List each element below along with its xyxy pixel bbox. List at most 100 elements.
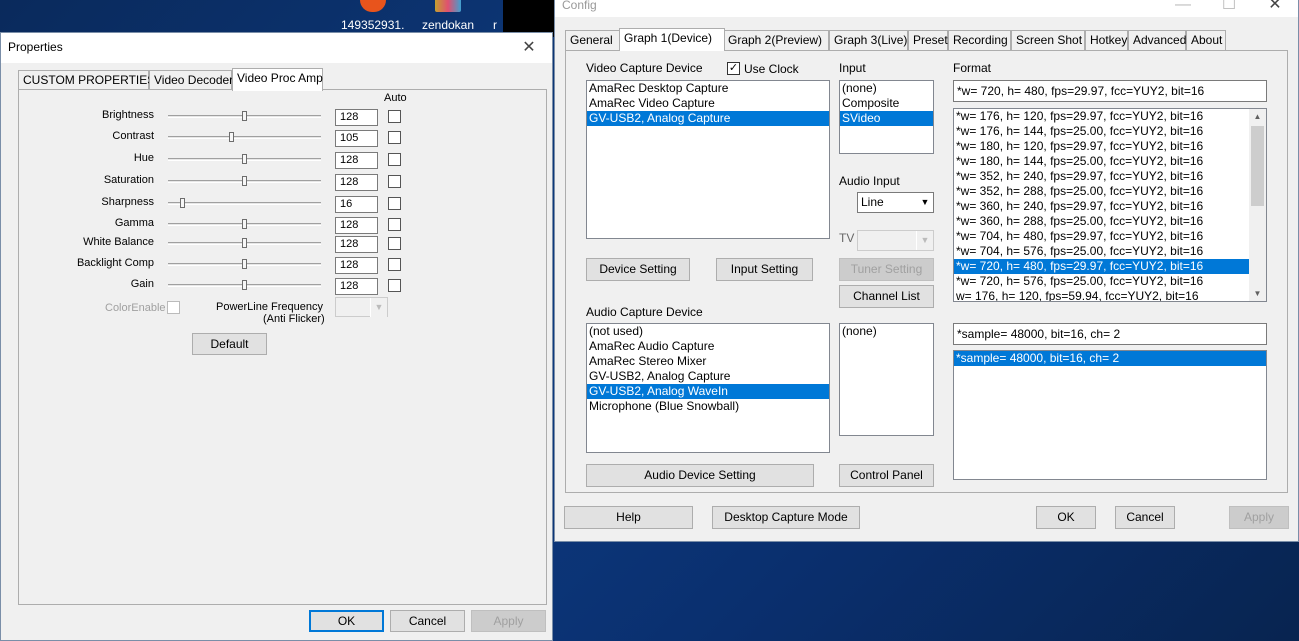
- close-icon[interactable]: ✕: [1252, 0, 1298, 17]
- help-button[interactable]: Help: [564, 506, 693, 529]
- ok-button[interactable]: OK: [309, 610, 384, 632]
- list-item[interactable]: SVideo: [840, 111, 933, 126]
- tab-video-decoder[interactable]: Video Decoder: [149, 70, 233, 90]
- powerline-frequency-select[interactable]: ▼: [335, 297, 388, 317]
- list-item[interactable]: AmaRec Audio Capture: [587, 339, 829, 354]
- audio-device-list[interactable]: (not used) AmaRec Audio Capture AmaRec Ste…: [586, 323, 830, 453]
- list-item[interactable]: *w= 352, h= 288, fps=25.00, fcc=YUY2, bi…: [954, 184, 1249, 199]
- tab-graph-2-preview[interactable]: Graph 2(Preview): [723, 30, 829, 50]
- close-icon[interactable]: ✕: [506, 33, 552, 63]
- video-device-list[interactable]: AmaRec Desktop Capture AmaRec Video Captu…: [586, 80, 830, 239]
- control-panel-button[interactable]: Control Panel: [839, 464, 934, 487]
- slider-value-field[interactable]: 128: [335, 236, 378, 253]
- tab-graph-3-live[interactable]: Graph 3(Live): [829, 30, 908, 50]
- properties-titlebar[interactable]: Properties ✕: [1, 33, 552, 63]
- slider-value-field[interactable]: 128: [335, 174, 378, 191]
- apply-button[interactable]: Apply: [471, 610, 546, 632]
- slider-thumb[interactable]: [242, 259, 247, 269]
- tab-general[interactable]: General: [565, 30, 621, 50]
- list-item[interactable]: GV-USB2, Analog WaveIn: [587, 384, 829, 399]
- format-field[interactable]: *w= 720, h= 480, fps=29.97, fcc=YUY2, bi…: [953, 80, 1267, 102]
- list-item[interactable]: AmaRec Desktop Capture: [587, 81, 829, 96]
- slider-value-field[interactable]: 128: [335, 257, 378, 274]
- device-setting-button[interactable]: Device Setting: [586, 258, 690, 281]
- list-item[interactable]: *w= 180, h= 120, fps=29.97, fcc=YUY2, bi…: [954, 139, 1249, 154]
- audio-input-list[interactable]: (none): [839, 323, 934, 436]
- tab-hotkey[interactable]: Hotkey: [1085, 30, 1128, 50]
- auto-checkbox[interactable]: [388, 237, 401, 250]
- auto-checkbox[interactable]: [388, 175, 401, 188]
- scroll-down-icon[interactable]: ▼: [1249, 286, 1266, 301]
- color-enable-checkbox[interactable]: [167, 301, 180, 314]
- scroll-up-icon[interactable]: ▲: [1249, 109, 1266, 124]
- slider-thumb[interactable]: [242, 154, 247, 164]
- desktop-icon-file[interactable]: 149352931...: [341, 0, 405, 34]
- slider-track[interactable]: [168, 202, 321, 205]
- audio-input-select[interactable]: Line ▼: [857, 192, 934, 213]
- auto-checkbox[interactable]: [388, 218, 401, 231]
- list-item[interactable]: GV-USB2, Analog Capture: [587, 369, 829, 384]
- slider-value-field[interactable]: 128: [335, 278, 378, 295]
- list-item[interactable]: *w= 704, h= 480, fps=29.97, fcc=YUY2, bi…: [954, 229, 1249, 244]
- default-button[interactable]: Default: [192, 333, 267, 355]
- auto-checkbox[interactable]: [388, 197, 401, 210]
- slider-track[interactable]: [168, 136, 321, 139]
- cancel-button[interactable]: Cancel: [1115, 506, 1175, 529]
- tab-recording[interactable]: Recording: [948, 30, 1011, 50]
- channel-list-button[interactable]: Channel List: [839, 285, 934, 308]
- slider-value-field[interactable]: 128: [335, 152, 378, 169]
- list-item[interactable]: *w= 352, h= 240, fps=29.97, fcc=YUY2, bi…: [954, 169, 1249, 184]
- auto-checkbox[interactable]: [388, 110, 401, 123]
- ok-button[interactable]: OK: [1036, 506, 1096, 529]
- slider-thumb[interactable]: [242, 280, 247, 290]
- audio-device-setting-button[interactable]: Audio Device Setting: [586, 464, 814, 487]
- slider-thumb[interactable]: [242, 238, 247, 248]
- minimize-icon[interactable]: —: [1160, 0, 1206, 17]
- slider-thumb[interactable]: [242, 176, 247, 186]
- tuner-setting-button[interactable]: Tuner Setting: [839, 258, 934, 281]
- list-item[interactable]: AmaRec Video Capture: [587, 96, 829, 111]
- tab-preset[interactable]: Preset: [908, 30, 948, 50]
- desktop-icon-zendokan[interactable]: zendokan: [416, 0, 480, 34]
- input-setting-button[interactable]: Input Setting: [716, 258, 813, 281]
- list-item[interactable]: *w= 720, h= 576, fps=25.00, fcc=YUY2, bi…: [954, 274, 1249, 289]
- list-item[interactable]: *w= 360, h= 240, fps=29.97, fcc=YUY2, bi…: [954, 199, 1249, 214]
- tab-about[interactable]: About: [1186, 30, 1226, 50]
- slider-value-field[interactable]: 128: [335, 217, 378, 234]
- slider-thumb[interactable]: [242, 111, 247, 121]
- tv-select[interactable]: ▼: [857, 230, 934, 251]
- list-item[interactable]: *sample= 48000, bit=16, ch= 2: [954, 351, 1266, 366]
- tab-advanced[interactable]: Advanced: [1128, 30, 1186, 50]
- list-item[interactable]: *w= 180, h= 144, fps=25.00, fcc=YUY2, bi…: [954, 154, 1249, 169]
- use-clock-checkbox[interactable]: ✓: [727, 62, 740, 75]
- tab-screen-shot[interactable]: Screen Shot: [1011, 30, 1085, 50]
- list-item[interactable]: Composite: [840, 96, 933, 111]
- scrollbar-thumb[interactable]: [1251, 126, 1264, 206]
- cancel-button[interactable]: Cancel: [390, 610, 465, 632]
- tab-graph-1-device[interactable]: Graph 1(Device): [619, 28, 725, 51]
- list-item[interactable]: (none): [840, 324, 933, 339]
- desktop-capture-mode-button[interactable]: Desktop Capture Mode: [712, 506, 860, 529]
- input-list[interactable]: (none) Composite SVideo: [839, 80, 934, 154]
- format-list-scrollbar[interactable]: ▲ ▼: [1249, 109, 1266, 301]
- auto-checkbox[interactable]: [388, 279, 401, 292]
- list-item[interactable]: GV-USB2, Analog Capture: [587, 111, 829, 126]
- list-item[interactable]: *w= 720, h= 480, fps=29.97, fcc=YUY2, bi…: [954, 259, 1249, 274]
- list-item[interactable]: Microphone (Blue Snowball): [587, 399, 829, 414]
- auto-checkbox[interactable]: [388, 153, 401, 166]
- list-item[interactable]: w= 176, h= 120, fps=59.94, fcc=YUY2, bit…: [954, 289, 1249, 301]
- list-item[interactable]: *w= 360, h= 288, fps=25.00, fcc=YUY2, bi…: [954, 214, 1249, 229]
- slider-thumb[interactable]: [229, 132, 234, 142]
- format-list[interactable]: *w= 176, h= 120, fps=29.97, fcc=YUY2, bi…: [953, 108, 1267, 302]
- list-item[interactable]: AmaRec Stereo Mixer: [587, 354, 829, 369]
- tab-video-proc-amp[interactable]: Video Proc Amp: [232, 68, 323, 91]
- list-item[interactable]: (none): [840, 81, 933, 96]
- slider-value-field[interactable]: 105: [335, 130, 378, 147]
- maximize-icon[interactable]: ☐: [1206, 0, 1252, 17]
- apply-button[interactable]: Apply: [1229, 506, 1289, 529]
- slider-thumb[interactable]: [242, 219, 247, 229]
- audio-format-field[interactable]: *sample= 48000, bit=16, ch= 2: [953, 323, 1267, 345]
- list-item[interactable]: (not used): [587, 324, 829, 339]
- list-item[interactable]: *w= 176, h= 120, fps=29.97, fcc=YUY2, bi…: [954, 109, 1249, 124]
- slider-thumb[interactable]: [180, 198, 185, 208]
